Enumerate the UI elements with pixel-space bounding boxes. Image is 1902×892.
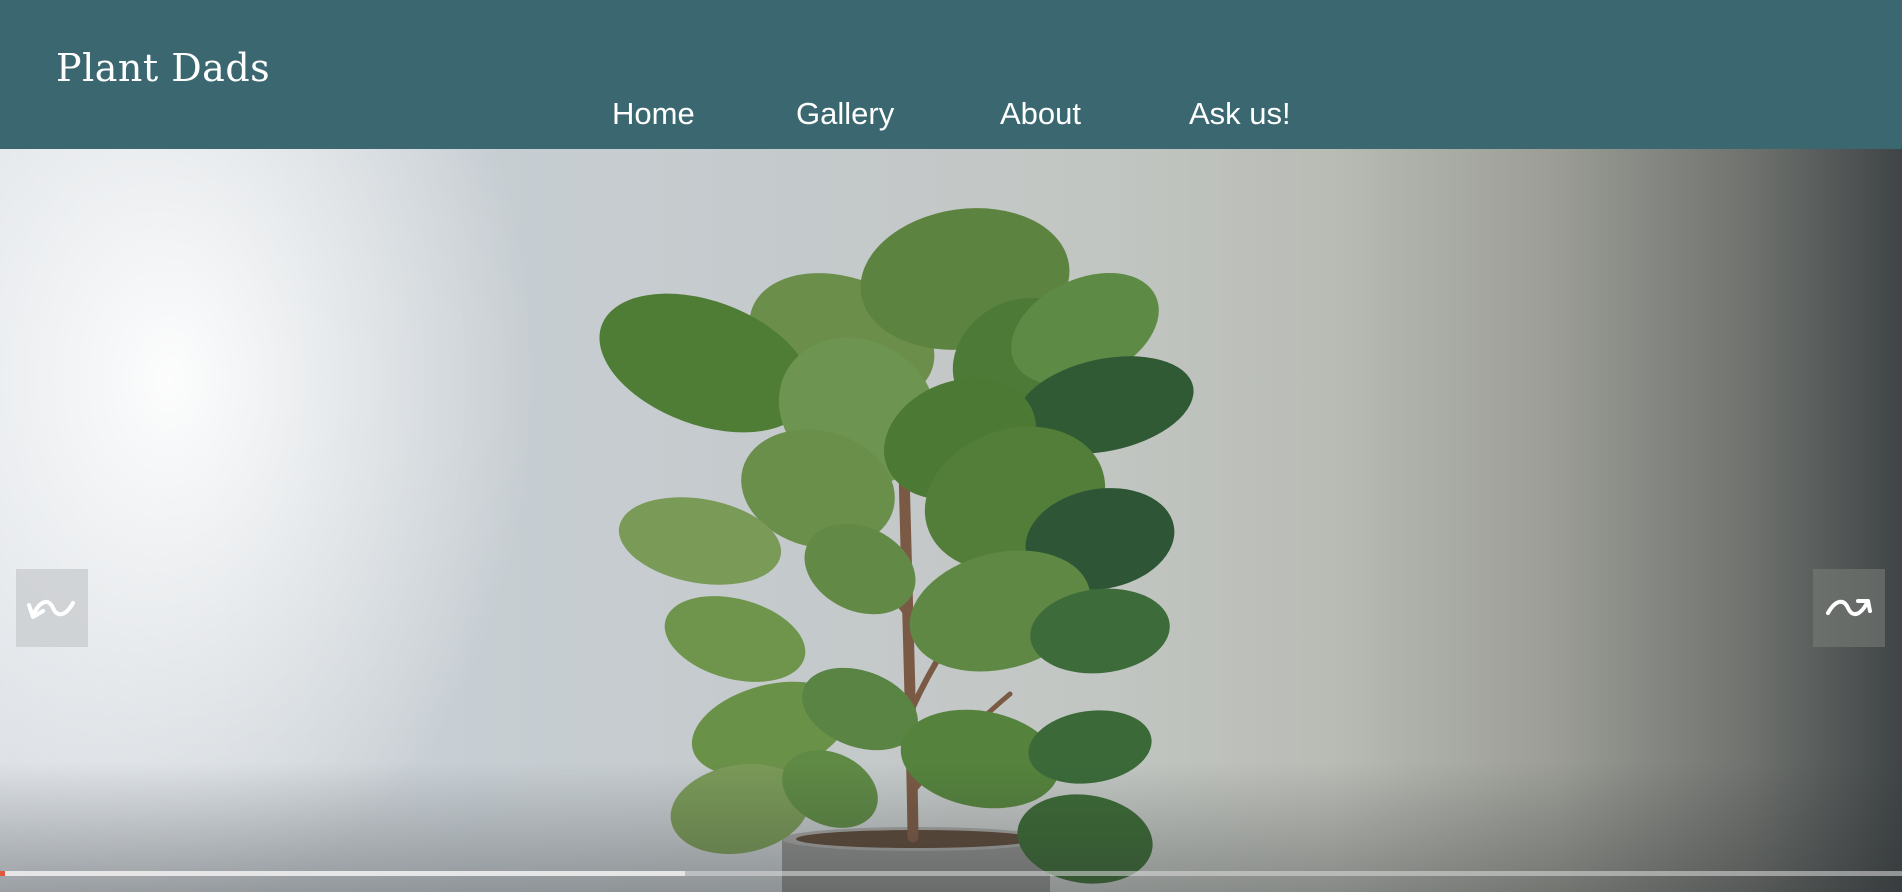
carousel-progress-bar <box>0 871 1902 876</box>
nav-about[interactable]: About <box>1000 96 1081 132</box>
curved-back-arrow-icon <box>27 600 75 619</box>
curved-forward-arrow-icon <box>1826 599 1872 616</box>
carousel-progress-fill <box>0 871 685 876</box>
carousel-progress-start-marker <box>0 871 5 876</box>
site-header: Plant Dads Home Gallery About Ask us! <box>0 0 1902 149</box>
main-nav: Home Gallery About Ask us! <box>0 96 1902 140</box>
carousel-next-button[interactable] <box>1813 569 1885 647</box>
nav-home[interactable]: Home <box>612 96 695 132</box>
hero-carousel <box>0 149 1902 892</box>
nav-ask-us[interactable]: Ask us! <box>1189 96 1291 132</box>
site-logo[interactable]: Plant Dads <box>56 46 270 90</box>
carousel-prev-button[interactable] <box>16 569 88 647</box>
nav-gallery[interactable]: Gallery <box>796 96 894 132</box>
